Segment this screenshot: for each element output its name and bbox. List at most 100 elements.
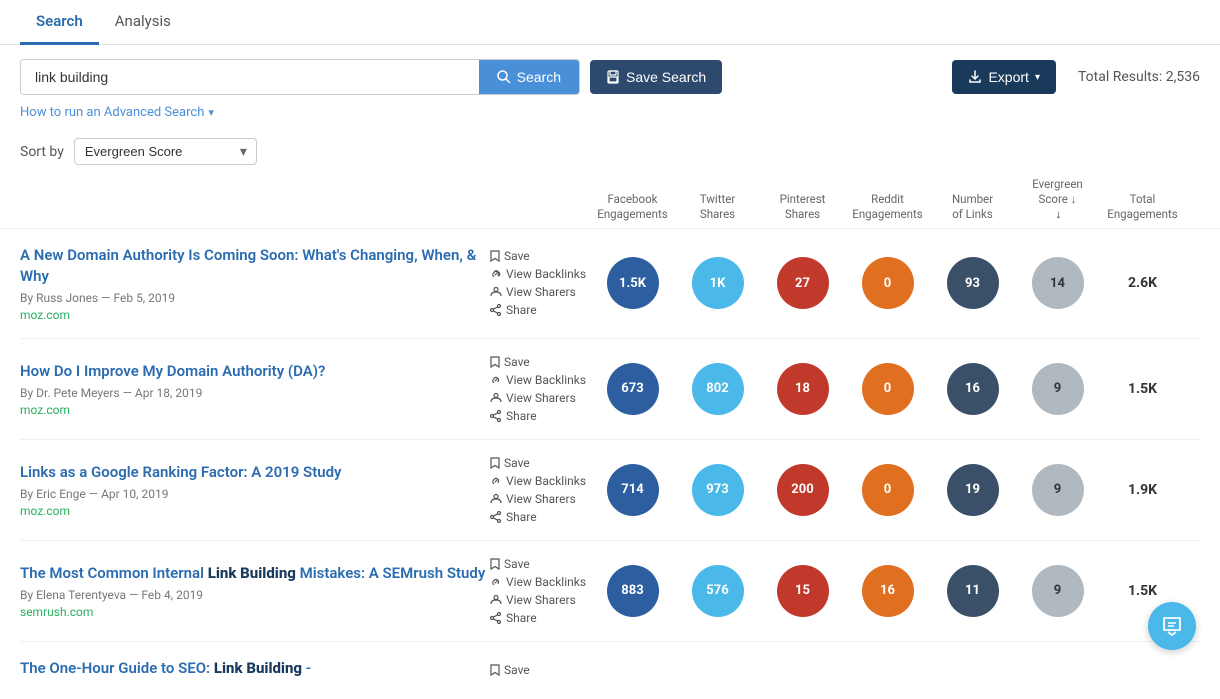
col-header-links: Numberof Links — [930, 192, 1015, 222]
action-share[interactable]: Share — [490, 409, 590, 423]
result-title[interactable]: The One-Hour Guide to SEO: Link Building… — [20, 658, 490, 679]
search-bar-area: Search Save Search Export ▾ Total Result… — [0, 45, 1220, 103]
result-info: The One-Hour Guide to SEO: Link Building… — [20, 658, 490, 683]
result-meta: By Russ Jones — Feb 5, 2019 — [20, 291, 490, 305]
metric-evergreen: 9 — [1032, 363, 1084, 415]
save-search-button[interactable]: Save Search — [590, 60, 722, 94]
action-backlinks[interactable]: View Backlinks — [490, 373, 590, 387]
result-domain[interactable]: moz.com — [20, 504, 490, 518]
sort-area: Sort by Evergreen Score Total Engagement… — [0, 130, 1220, 171]
metric-pinterest: 27 — [777, 257, 829, 309]
column-headers: FacebookEngagements TwitterShares Pinter… — [0, 171, 1220, 229]
result-domain[interactable]: semrush.com — [20, 605, 490, 619]
action-backlinks[interactable]: View Backlinks — [490, 575, 590, 589]
share-icon — [490, 612, 502, 624]
result-metrics: 714 973 200 0 19 9 1.9K — [590, 464, 1185, 516]
metric-total: 1.5K — [1128, 583, 1157, 599]
result-info: The Most Common Internal Link Building M… — [20, 563, 490, 619]
col-header-total: TotalEngagements — [1100, 192, 1185, 222]
metric-reddit: 0 — [862, 464, 914, 516]
result-title[interactable]: A New Domain Authority Is Coming Soon: W… — [20, 245, 490, 287]
bookmark-icon — [490, 356, 500, 368]
share-icon — [490, 511, 502, 523]
result-actions: Save View Backlinks View Sharers Share — [490, 456, 590, 524]
action-save[interactable]: Save — [490, 456, 590, 470]
metric-links: 93 — [947, 257, 999, 309]
action-share[interactable]: Share — [490, 303, 590, 317]
action-backlinks[interactable]: View Backlinks — [490, 267, 590, 281]
advanced-search-link[interactable]: How to run an Advanced Search ▾ — [0, 103, 234, 130]
col-header-twitter: TwitterShares — [675, 192, 760, 222]
col-label-reddit: RedditEngagements — [852, 192, 922, 222]
col-label-twitter: TwitterShares — [700, 192, 736, 222]
result-meta: By Dr. Pete Meyers — Apr 18, 2019 — [20, 386, 490, 400]
action-save[interactable]: Save — [490, 557, 590, 571]
result-info: How Do I Improve My Domain Authority (DA… — [20, 361, 490, 417]
bookmark-icon — [490, 457, 500, 469]
chat-button[interactable] — [1148, 602, 1196, 650]
table-row: The Most Common Internal Link Building M… — [20, 541, 1200, 642]
col-label-total: TotalEngagements — [1107, 192, 1177, 222]
table-row: Links as a Google Ranking Factor: A 2019… — [20, 440, 1200, 541]
table-row: The One-Hour Guide to SEO: Link Building… — [20, 642, 1200, 699]
action-save[interactable]: Save — [490, 663, 590, 677]
export-dropdown-icon: ▾ — [1035, 72, 1040, 83]
metric-reddit: 0 — [862, 257, 914, 309]
table-row: A New Domain Authority Is Coming Soon: W… — [20, 229, 1200, 339]
col-label-facebook: FacebookEngagements — [597, 192, 667, 222]
search-button-label: Search — [517, 69, 561, 85]
tab-analysis[interactable]: Analysis — [99, 0, 187, 45]
result-info: A New Domain Authority Is Coming Soon: W… — [20, 245, 490, 322]
action-share[interactable]: Share — [490, 510, 590, 524]
metric-facebook: 673 — [607, 363, 659, 415]
result-meta: By Eric Enge — Apr 10, 2019 — [20, 487, 490, 501]
metric-twitter: 576 — [692, 565, 744, 617]
result-meta: By Elena Terentyeva — Feb 4, 2019 — [20, 588, 490, 602]
result-title[interactable]: The Most Common Internal Link Building M… — [20, 563, 490, 584]
metric-facebook: 714 — [607, 464, 659, 516]
share-icon — [490, 410, 502, 422]
bookmark-icon — [490, 664, 500, 676]
search-input[interactable] — [21, 60, 479, 94]
action-share[interactable]: Share — [490, 611, 590, 625]
action-save[interactable]: Save — [490, 249, 590, 263]
action-backlinks[interactable]: View Backlinks — [490, 474, 590, 488]
result-title[interactable]: Links as a Google Ranking Factor: A 2019… — [20, 462, 490, 483]
metric-links: 16 — [947, 363, 999, 415]
metric-links: 19 — [947, 464, 999, 516]
link-icon — [490, 475, 502, 487]
export-label: Export — [988, 69, 1028, 85]
action-sharers[interactable]: View Sharers — [490, 285, 590, 299]
result-metrics: 883 576 15 16 11 9 1.5K — [590, 565, 1185, 617]
tab-search[interactable]: Search — [20, 0, 99, 45]
action-sharers[interactable]: View Sharers — [490, 391, 590, 405]
sort-select[interactable]: Evergreen Score Total Engagements Facebo… — [74, 138, 257, 165]
chevron-down-icon: ▾ — [208, 106, 214, 119]
result-actions: Save — [490, 663, 590, 677]
bookmark-icon — [490, 250, 500, 262]
result-domain[interactable]: moz.com — [20, 308, 490, 322]
metric-facebook: 1.5K — [607, 257, 659, 309]
col-label-evergreen: EvergreenScore ↓ — [1032, 177, 1083, 207]
search-input-wrapper: Search — [20, 59, 580, 95]
metric-twitter: 802 — [692, 363, 744, 415]
metric-twitter: 1K — [692, 257, 744, 309]
metric-pinterest: 200 — [777, 464, 829, 516]
col-header-evergreen[interactable]: EvergreenScore ↓ — [1015, 177, 1100, 222]
col-label-pinterest: PinterestShares — [780, 192, 826, 222]
col-header-reddit: RedditEngagements — [845, 192, 930, 222]
action-sharers[interactable]: View Sharers — [490, 593, 590, 607]
action-sharers[interactable]: View Sharers — [490, 492, 590, 506]
metric-links: 11 — [947, 565, 999, 617]
result-metrics: 673 802 18 0 16 9 1.5K — [590, 363, 1185, 415]
metric-pinterest: 15 — [777, 565, 829, 617]
share-icon — [490, 304, 502, 316]
search-button[interactable]: Search — [479, 60, 579, 94]
link-icon — [490, 268, 502, 280]
result-metrics: 1.5K 1K 27 0 93 14 2.6K — [590, 257, 1185, 309]
export-button[interactable]: Export ▾ — [952, 60, 1056, 94]
result-domain[interactable]: moz.com — [20, 403, 490, 417]
action-save[interactable]: Save — [490, 355, 590, 369]
chat-icon — [1161, 615, 1183, 637]
result-title[interactable]: How Do I Improve My Domain Authority (DA… — [20, 361, 490, 382]
